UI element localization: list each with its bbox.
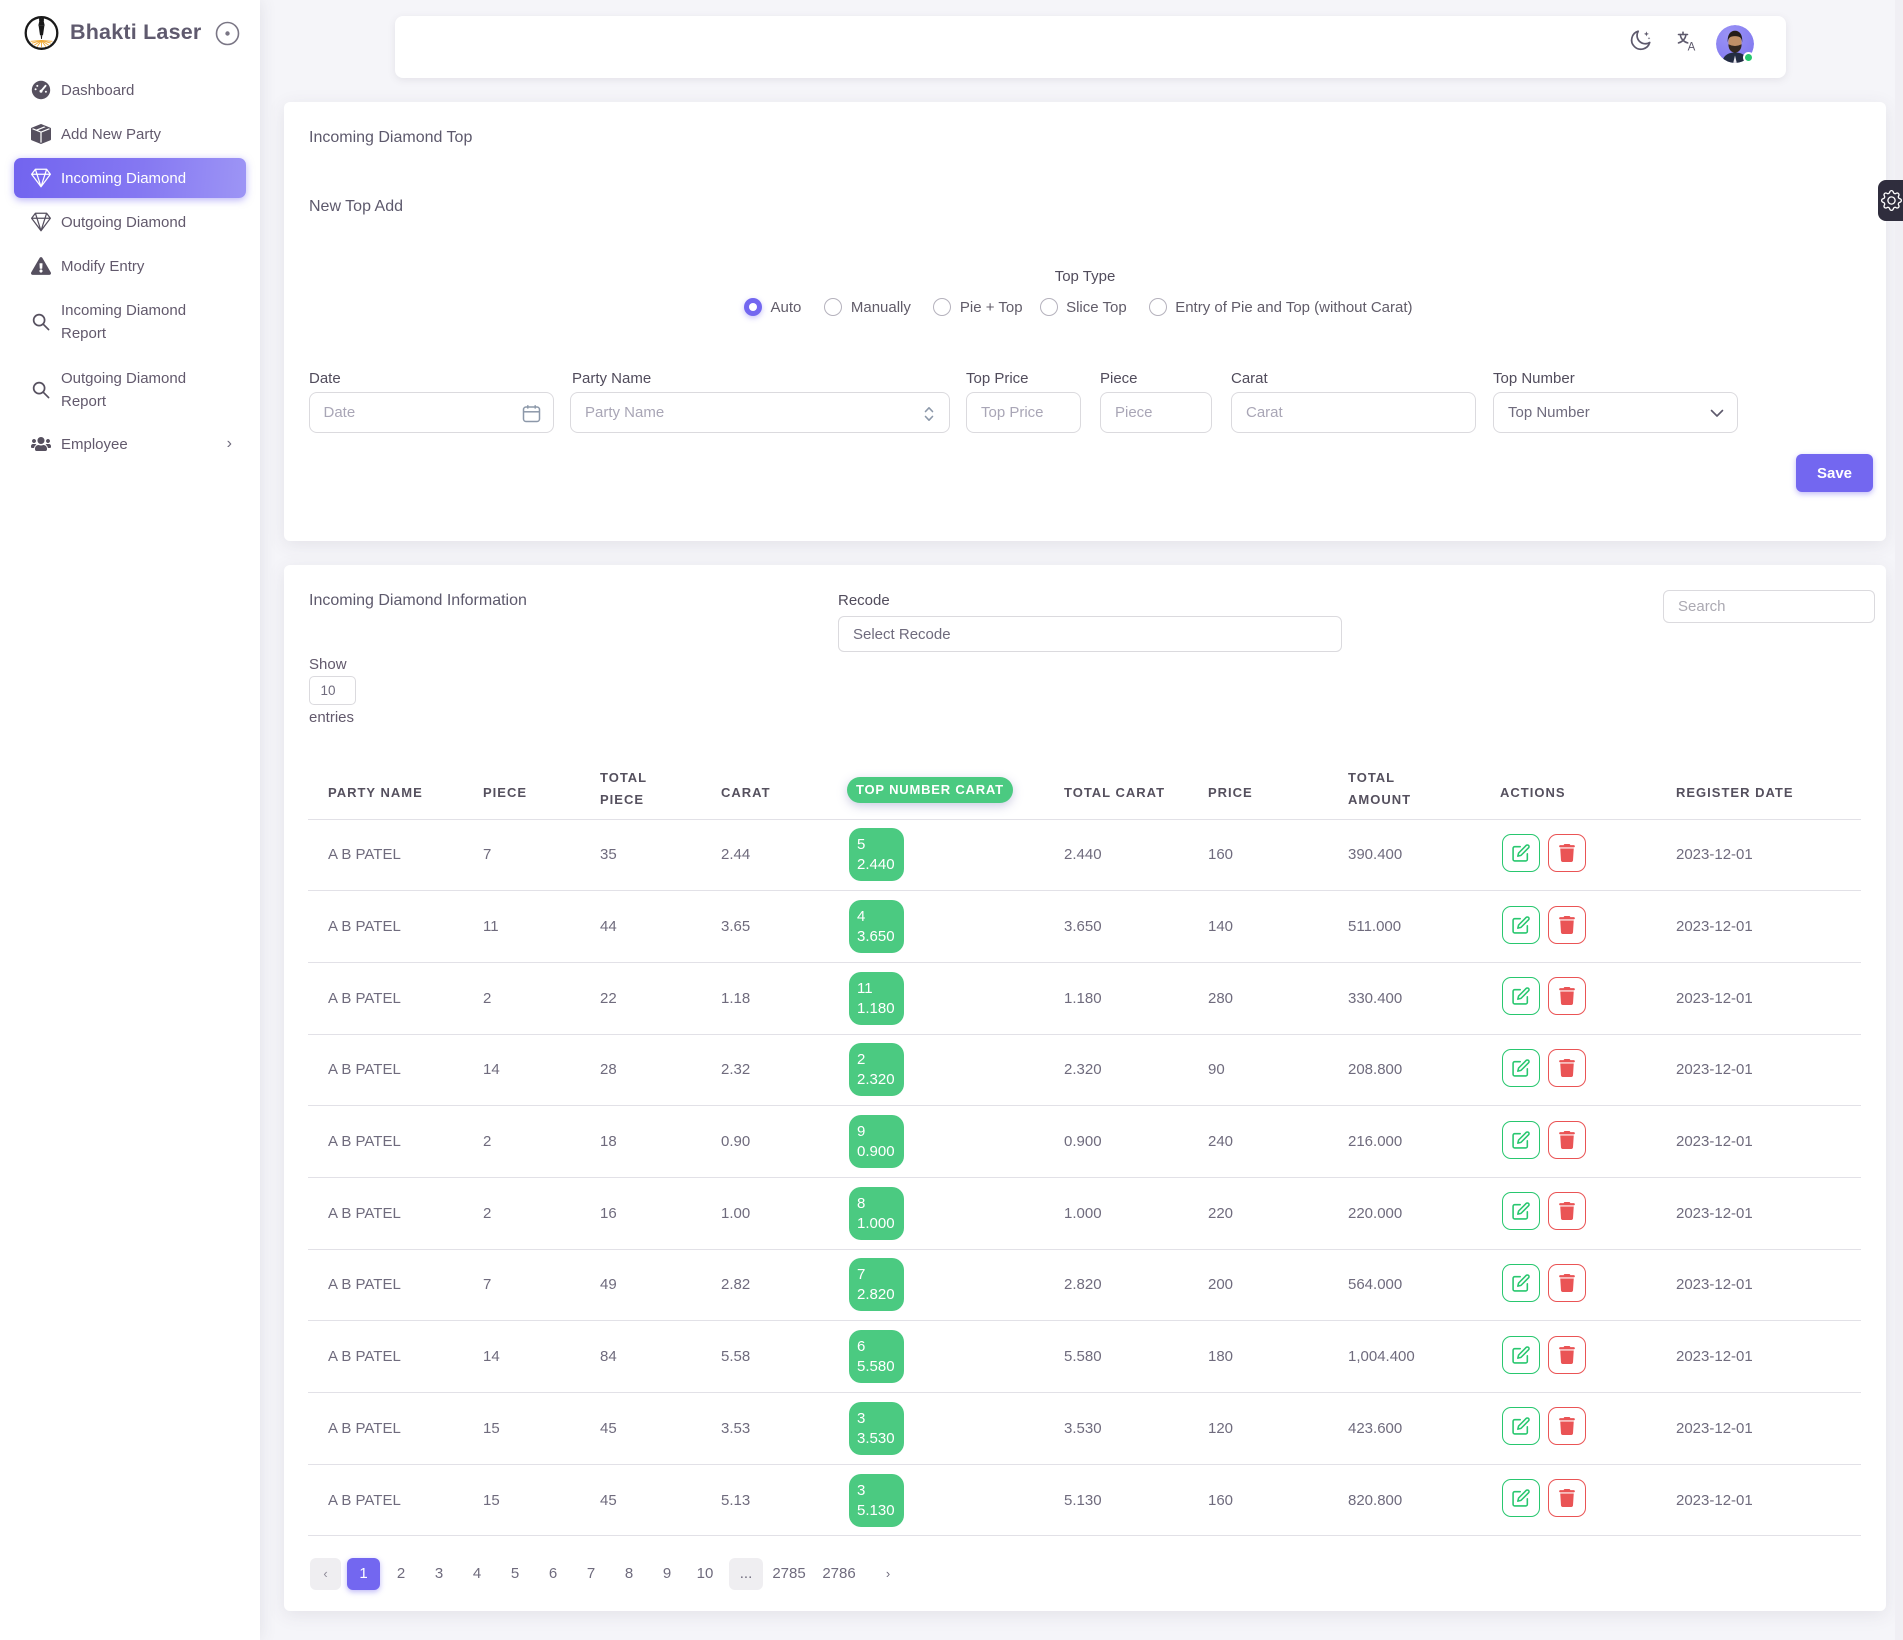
svg-text:A: A (1688, 42, 1696, 54)
